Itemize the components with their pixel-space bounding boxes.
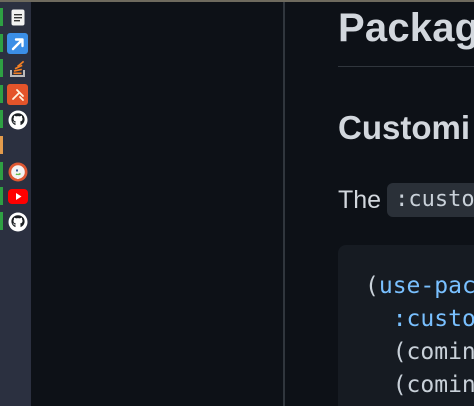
app-dock: [0, 2, 31, 406]
running-indicator: [0, 187, 3, 205]
paragraph-text: The: [338, 186, 382, 214]
code-line: (comin: [365, 339, 474, 365]
dock-item-tool[interactable]: [0, 82, 31, 107]
dock-item-stackoverflow[interactable]: [0, 56, 31, 81]
dock-item-arrow-app[interactable]: [0, 31, 31, 56]
inline-code: :custo: [387, 183, 474, 217]
github-icon: [7, 109, 28, 130]
running-indicator: [0, 136, 3, 154]
screen: Packag Customi The:custo (use-pac :custo…: [0, 0, 474, 406]
code-block: (use-pac :custo (comin (comin: [338, 245, 474, 406]
orange-tool-icon: [7, 84, 28, 105]
code-line: (use-pac: [365, 273, 474, 299]
github-icon: [7, 211, 28, 232]
running-indicator: [0, 85, 3, 103]
dock-item-duckduckgo[interactable]: [0, 159, 31, 184]
code-line: (comin: [365, 372, 474, 398]
page-heading: Packag: [338, 6, 474, 50]
heading-rule: [338, 66, 474, 67]
document-icon: [7, 7, 28, 28]
dock-item-github-1[interactable]: [0, 107, 31, 132]
dock-item-github-2[interactable]: [0, 209, 31, 234]
stack-overflow-icon: [7, 58, 28, 79]
paragraph: The:custo: [338, 183, 474, 217]
running-indicator: [0, 34, 3, 52]
running-indicator: [0, 110, 3, 128]
section-heading: Customi: [338, 109, 470, 146]
empty-pane: [31, 2, 283, 406]
code-line: :custo: [392, 306, 474, 332]
dock-item-notes[interactable]: [0, 5, 31, 30]
running-indicator: [0, 212, 3, 230]
dock-item-youtube[interactable]: [0, 184, 31, 209]
running-indicator: [0, 162, 3, 180]
arrow-up-right-icon: [7, 33, 28, 54]
running-indicator: [0, 8, 3, 26]
youtube-icon: [7, 186, 28, 207]
document-view: Packag Customi The:custo (use-pac :custo…: [285, 2, 474, 406]
dock-item-blank[interactable]: [0, 133, 31, 158]
running-indicator: [0, 59, 3, 77]
duckduckgo-icon: [7, 161, 28, 182]
